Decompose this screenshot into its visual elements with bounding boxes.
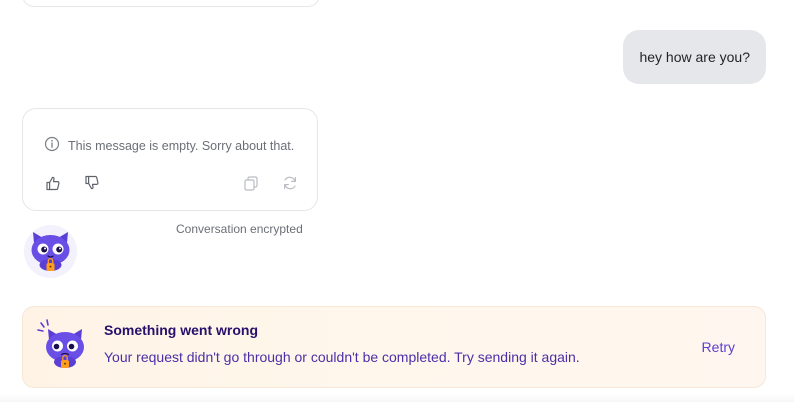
previous-message-bubble [22,0,320,7]
error-title: Something went wrong [104,322,258,338]
error-message: Your request didn't go through or couldn… [104,349,580,365]
cat-mascot-icon [24,232,77,282]
thumbs-down-icon [83,174,101,192]
thumbs-up-icon [44,174,62,192]
copy-button[interactable] [242,174,260,192]
empty-message-notice: This message is empty. Sorry about that. [44,136,294,155]
dislike-button[interactable] [83,174,101,192]
empty-message-text: This message is empty. Sorry about that. [68,138,295,153]
copy-icon [242,174,260,192]
chat-view: hey how are you? This message is empty. … [0,0,794,402]
like-button[interactable] [44,174,62,192]
retry-button[interactable]: Retry [702,339,735,355]
encryption-note: Conversation encrypted [176,222,303,236]
info-circle-icon [44,136,60,155]
refresh-icon [281,174,299,192]
user-message-bubble: hey how are you? [623,30,766,84]
composer-fade [0,394,794,402]
assistant-avatar [24,225,77,278]
error-banner: Something went wrong Your request didn't… [22,306,766,388]
regenerate-button[interactable] [281,174,299,192]
worried-cat-mascot-icon [37,319,93,375]
assistant-message-card: This message is empty. Sorry about that. [22,108,318,211]
user-message-text: hey how are you? [639,49,750,65]
